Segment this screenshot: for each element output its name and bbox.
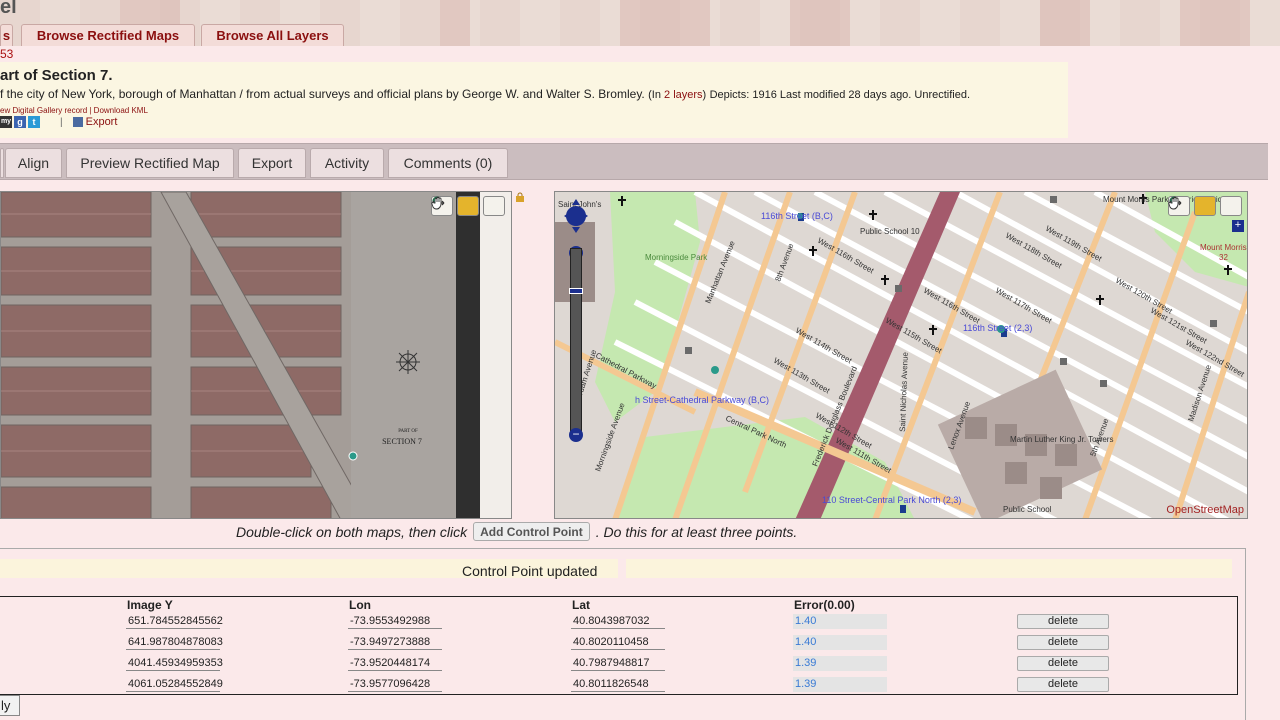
svg-text:Mount Morris: Mount Morris [1200, 243, 1247, 252]
site-logo[interactable]: el [0, 0, 17, 19]
status-message: Control Point updated [462, 563, 598, 579]
share-label-icon[interactable]: my [0, 116, 12, 128]
cell-lat[interactable]: 40.8020110458 [571, 635, 665, 650]
add-control-point-button[interactable]: Add Control Point [473, 522, 590, 541]
svg-text:Public School: Public School [1003, 505, 1052, 514]
map-meta: Depicts: 1916 Last modified 28 days ago.… [709, 89, 971, 101]
svg-text:116th Street (2,3): 116th Street (2,3) [963, 323, 1032, 333]
map-info-panel: art of Section 7. f the city of New York… [0, 62, 1068, 138]
right-map-toolbar [1168, 196, 1242, 216]
cell-error[interactable]: 1.40 [793, 614, 887, 629]
tab-fragment-left[interactable] [0, 148, 4, 178]
instruction-text-after: . Do this for at least three points. [595, 523, 798, 540]
pan-control[interactable] [563, 194, 593, 238]
cell-image-y[interactable]: 651.784552845562 [126, 614, 223, 629]
cell-image-y[interactable]: 4061.05284552849 [126, 677, 223, 692]
cell-image-y[interactable]: 4041.45934959353 [126, 656, 223, 671]
share-bar: my g t | Export [0, 116, 117, 128]
layer-switcher-plus-icon[interactable]: + [1232, 220, 1244, 232]
tab-fragment[interactable]: s [0, 24, 13, 46]
cell-lat[interactable]: 40.7987948817 [571, 656, 665, 671]
zoom-slider[interactable] [570, 248, 582, 434]
status-bar-gap [618, 559, 626, 578]
reference-map-pane[interactable]: Morningside Park Public School 10 Mount … [554, 191, 1248, 519]
svg-text:32: 32 [1219, 253, 1228, 262]
header-lat: Lat [572, 598, 590, 612]
tab-comments[interactable]: Comments (0) [388, 148, 508, 178]
instruction-text-before: Double-click on both maps, then click [236, 523, 468, 540]
tab-activity[interactable]: Activity [310, 148, 384, 178]
delete-button[interactable]: delete [1017, 656, 1109, 671]
cell-error[interactable]: 1.39 [793, 656, 887, 671]
tab-align[interactable]: Align [5, 148, 62, 178]
twitter-share-icon[interactable]: t [28, 116, 40, 128]
share-separator: | [60, 116, 63, 128]
tab-export[interactable]: Export [238, 148, 306, 178]
cell-lat[interactable]: 40.8043987032 [571, 614, 665, 629]
pan-tool-right[interactable] [1168, 196, 1242, 216]
lock-icon[interactable] [515, 192, 525, 202]
historic-map-image: PART OF SECTION 7 [1, 192, 511, 518]
zoom-out-button[interactable]: − [569, 428, 583, 442]
historic-map-pane[interactable]: PART OF SECTION 7 [0, 191, 512, 519]
cell-lon[interactable]: -73.9577096428 [348, 677, 442, 692]
tab-browse-all-layers[interactable]: Browse All Layers [201, 24, 344, 46]
cell-lon[interactable]: -73.9497273888 [348, 635, 442, 650]
page-title: art of Section 7. [0, 67, 113, 84]
hand-icon [431, 197, 442, 210]
map-description: f the city of New York, borough of Manha… [0, 87, 970, 101]
layers-suffix: ) [702, 89, 707, 101]
tab-browse-rectified-maps[interactable]: Browse Rectified Maps [21, 24, 195, 46]
svg-text:110 Street-Central Park North: 110 Street-Central Park North (2,3) [822, 495, 961, 505]
move-point-tool-right[interactable] [1168, 196, 1216, 216]
cell-lat[interactable]: 40.8011826548 [571, 677, 665, 692]
zoom-slider-handle[interactable] [569, 288, 583, 294]
svg-text:116th Street (B,C): 116th Street (B,C) [761, 211, 833, 221]
cell-image-y[interactable]: 641.987804878083 [126, 635, 223, 650]
osm-map-tiles: Morningside Park Public School 10 Mount … [555, 192, 1247, 518]
tab-preview-rectified-map[interactable]: Preview Rectified Map [66, 148, 234, 178]
export-link[interactable]: Export [72, 116, 118, 128]
cell-lon[interactable]: -73.9520448174 [348, 656, 442, 671]
pan-tool[interactable] [431, 196, 505, 216]
control-point-marker[interactable] [348, 451, 358, 461]
header-image-y: Image Y [127, 598, 173, 612]
move-point-tool[interactable] [431, 196, 479, 216]
cell-error[interactable]: 1.40 [793, 635, 887, 650]
control-points-panel: Control Point updated Image Y Lon Lat Er… [0, 548, 1246, 720]
svg-text:SECTION 7: SECTION 7 [382, 437, 422, 446]
google-share-icon[interactable]: g [14, 116, 26, 128]
layers-link[interactable]: 2 layers [664, 89, 703, 101]
hand-icon [1168, 197, 1179, 210]
delete-button[interactable]: delete [1017, 635, 1109, 650]
layers-prefix: (In [648, 89, 665, 101]
status-bar [0, 559, 1232, 578]
header-error: Error(0.00) [794, 598, 855, 612]
cell-error[interactable]: 1.39 [793, 677, 887, 692]
svg-text:PART OF: PART OF [398, 429, 418, 434]
osm-attribution[interactable]: OpenStreetMap [1166, 504, 1244, 516]
header-lon: Lon [349, 598, 371, 612]
apply-button[interactable]: ly [0, 695, 20, 716]
cell-lon[interactable]: -73.9553492988 [348, 614, 442, 629]
delete-button[interactable]: delete [1017, 677, 1109, 692]
editor-tab-bar: Align Preview Rectified Map Export Activ… [0, 143, 1268, 180]
delete-button[interactable]: delete [1017, 614, 1109, 629]
svg-text:Public School 10: Public School 10 [860, 227, 920, 236]
instruction-line: Double-click on both maps, then click Ad… [236, 522, 797, 541]
svg-text:Morningside Park: Morningside Park [645, 253, 708, 262]
export-link-label: Export [85, 116, 118, 128]
svg-text:h Street-Cathedral Parkway (B,: h Street-Cathedral Parkway (B,C) [635, 395, 769, 405]
left-map-toolbar [431, 196, 505, 216]
digital-gallery-links[interactable]: ew Digital Gallery record | Download KML [0, 106, 148, 115]
export-icon [72, 117, 83, 127]
map-id-fragment: 53 [0, 47, 14, 61]
description-text: f the city of New York, borough of Manha… [0, 87, 645, 101]
